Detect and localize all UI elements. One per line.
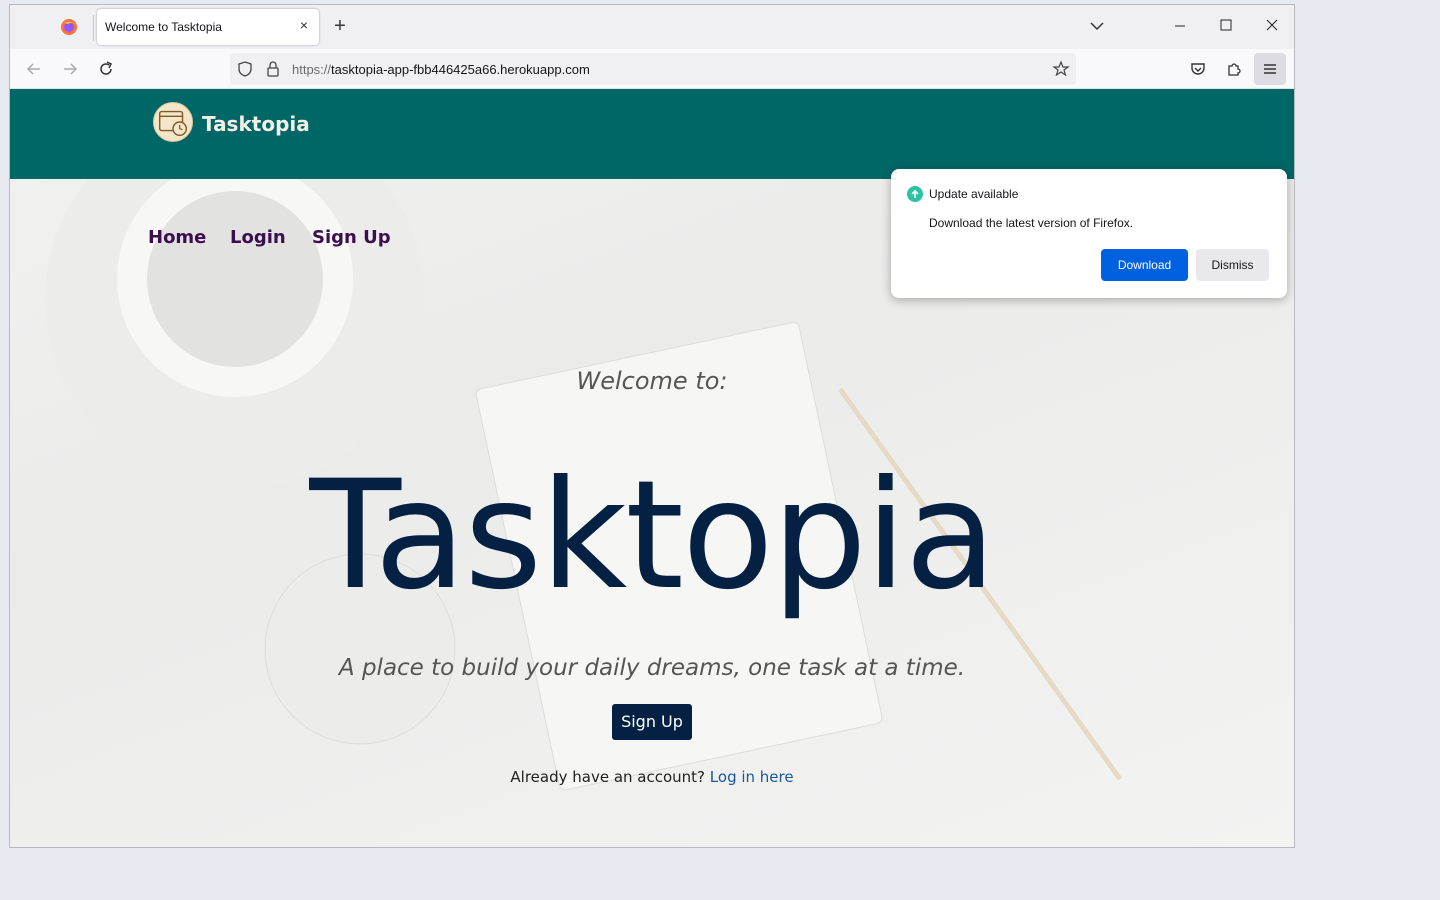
signup-button[interactable]: Sign Up bbox=[612, 704, 692, 740]
nav-login-link[interactable]: Login bbox=[230, 227, 286, 248]
bookmark-star-icon[interactable] bbox=[1052, 60, 1070, 78]
nav-toolbar: https://tasktopia-app-fbb446425a66.herok… bbox=[10, 49, 1294, 89]
nav-signup-link[interactable]: Sign Up bbox=[312, 227, 391, 248]
popup-message: Download the latest version of Firefox. bbox=[929, 216, 1134, 230]
login-prompt: Already have an account? Log in here bbox=[10, 768, 1294, 786]
download-button[interactable]: Download bbox=[1101, 249, 1188, 281]
site-header: Tasktopia bbox=[10, 89, 1294, 179]
chevron-down-icon[interactable] bbox=[1088, 17, 1106, 35]
tab-welcome[interactable]: Welcome to Tasktopia × bbox=[97, 9, 319, 45]
minimize-icon[interactable] bbox=[1170, 15, 1190, 35]
login-prompt-text: Already have an account? bbox=[510, 768, 706, 786]
url-host: tasktopia-app-fbb446425a66.herokuapp.com bbox=[331, 62, 590, 77]
dismiss-button[interactable]: Dismiss bbox=[1196, 249, 1269, 281]
update-popup: Update available Download the latest ver… bbox=[891, 169, 1287, 298]
firefox-view-icon[interactable] bbox=[60, 18, 78, 36]
url-text[interactable]: https://tasktopia-app-fbb446425a66.herok… bbox=[292, 62, 590, 77]
pocket-icon[interactable] bbox=[1188, 59, 1208, 79]
popup-title: Update available bbox=[929, 187, 1019, 201]
login-link[interactable]: Log in here bbox=[710, 768, 794, 786]
window-close-icon[interactable] bbox=[1262, 15, 1282, 35]
page-content: Tasktopia Home Login Sign Up Welcome to:… bbox=[10, 89, 1294, 847]
calendar-clock-logo-icon[interactable] bbox=[153, 102, 193, 142]
logo-graphic bbox=[158, 110, 188, 137]
url-protocol: https:// bbox=[292, 62, 332, 77]
tab-separator bbox=[93, 15, 94, 41]
hero-title: Tasktopia bbox=[309, 449, 996, 623]
welcome-text: Welcome to: bbox=[576, 367, 728, 395]
tagline: A place to build your daily dreams, one … bbox=[338, 655, 966, 681]
tab-close-icon[interactable]: × bbox=[297, 18, 311, 32]
extensions-icon[interactable] bbox=[1224, 59, 1244, 79]
tab-strip: Welcome to Tasktopia × + bbox=[10, 5, 1294, 49]
site-brand[interactable]: Tasktopia bbox=[202, 112, 310, 136]
back-icon[interactable] bbox=[24, 59, 44, 79]
update-arrow-icon bbox=[907, 186, 923, 202]
forward-icon[interactable] bbox=[60, 59, 80, 79]
hamburger-menu-icon bbox=[1264, 64, 1276, 74]
tab-title: Welcome to Tasktopia bbox=[105, 20, 222, 34]
nav-home-link[interactable]: Home bbox=[148, 227, 206, 248]
new-tab-icon[interactable]: + bbox=[330, 16, 350, 37]
url-bar[interactable]: https://tasktopia-app-fbb446425a66.herok… bbox=[230, 53, 1076, 85]
maximize-icon[interactable] bbox=[1216, 15, 1236, 35]
shield-icon[interactable] bbox=[236, 60, 254, 78]
reload-icon[interactable] bbox=[96, 59, 116, 79]
menu-button[interactable] bbox=[1254, 53, 1286, 85]
lock-icon[interactable] bbox=[265, 60, 281, 78]
browser-window: Welcome to Tasktopia × + https://tasktop… bbox=[9, 4, 1295, 848]
